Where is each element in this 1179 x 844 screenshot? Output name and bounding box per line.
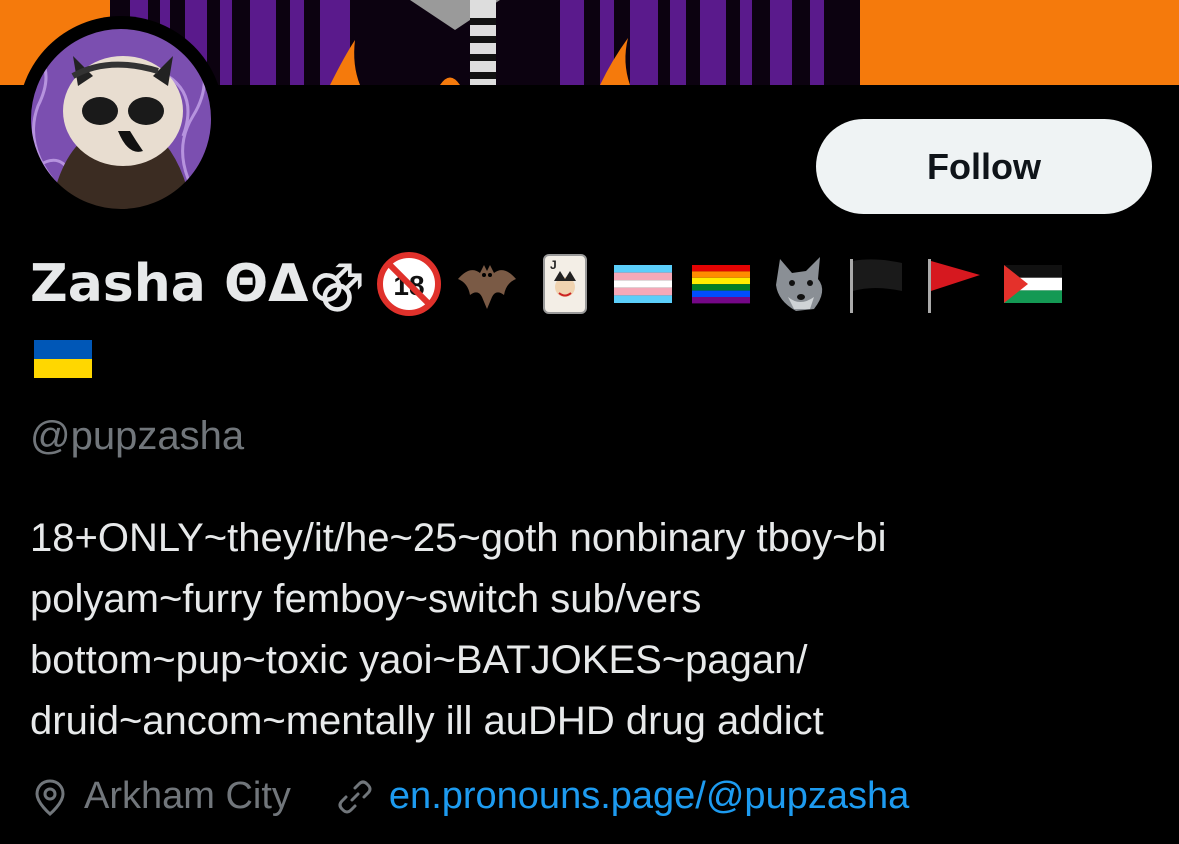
location-text: Arkham City [84, 775, 291, 817]
transgender-flag-icon [610, 251, 676, 317]
name-emoji-row: 18 J [376, 251, 1066, 317]
bat-icon [454, 251, 520, 317]
avatar[interactable] [18, 16, 224, 222]
location-item: Arkham City [30, 775, 291, 818]
wolf-icon [766, 251, 832, 317]
follow-button[interactable]: Follow [816, 119, 1152, 214]
svg-text:J: J [550, 258, 557, 272]
website-link[interactable]: en.pronouns.page/@pupzasha [389, 775, 909, 818]
no-one-under-18-icon: 18 [376, 251, 442, 317]
link-icon [335, 777, 375, 817]
location-pin-icon [30, 777, 70, 817]
profile-meta: Arkham City en.pronouns.page/@pupzasha [30, 775, 909, 818]
joker-card-icon: J [532, 251, 598, 317]
name-emoji-row-2 [30, 326, 1150, 392]
profile-bio: 18+ONLY~they/it/he~25~goth nonbinary tbo… [30, 516, 887, 743]
palestine-flag-icon [1000, 251, 1066, 317]
profile-handle: @pupzasha [30, 414, 245, 458]
display-name: Zasha ΘΔ⚣ [30, 254, 366, 314]
rainbow-flag-icon [688, 251, 754, 317]
black-flag-icon [844, 251, 910, 317]
ukraine-flag-icon [30, 326, 96, 392]
website-item[interactable]: en.pronouns.page/@pupzasha [335, 775, 909, 818]
profile-name-block: Zasha ΘΔ⚣ 18 J [30, 248, 1150, 392]
red-flag-icon [922, 251, 988, 317]
